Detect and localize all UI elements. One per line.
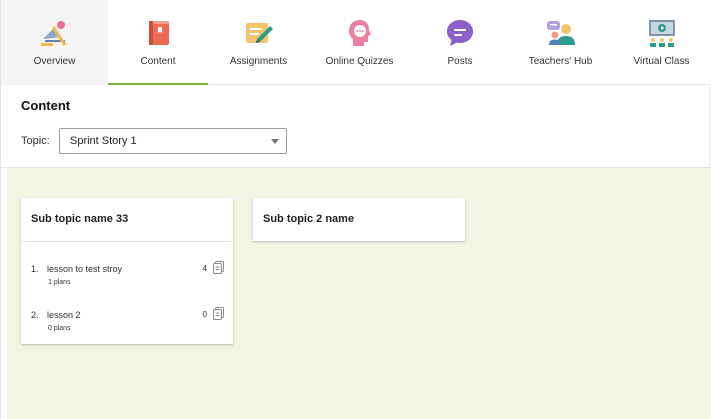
page-title: Content — [21, 98, 71, 113]
card-divider — [21, 241, 233, 242]
lesson-name: lesson to test stroy — [47, 264, 123, 274]
lesson-name: lesson 2 — [47, 310, 81, 320]
tab-posts[interactable]: Posts — [410, 0, 510, 85]
lesson-index: 1. — [31, 264, 39, 274]
lesson-item[interactable]: 1. lesson to test stroy 1 plans 4 — [31, 261, 225, 294]
subtopics-area: Sub topic name 33 1. lesson to test stro… — [7, 168, 711, 419]
overview-icon — [40, 21, 66, 46]
quiz-head-icon — [348, 20, 371, 46]
document-icon[interactable] — [213, 307, 225, 320]
tab-label: Virtual Class — [633, 56, 690, 67]
tab-bar: Overview Content Assignments Online Quiz… — [1, 0, 711, 85]
topic-select[interactable]: Sprint Story 1 — [59, 128, 287, 154]
subtopic-card: Sub topic 2 name — [253, 198, 465, 241]
chat-bubble-icon — [447, 20, 473, 46]
lesson-count: 4 — [202, 264, 207, 273]
tab-label: Overview — [33, 56, 76, 67]
tab-assignments[interactable]: Assignments — [208, 0, 309, 85]
caret-down-icon — [271, 139, 279, 144]
tab-content[interactable]: Content — [108, 0, 208, 85]
topic-select-value: Sprint Story 1 — [70, 135, 137, 147]
tab-label: Content — [140, 56, 176, 67]
book-icon — [149, 21, 169, 45]
tab-virtual-class[interactable]: Virtual Class — [611, 0, 711, 85]
virtual-class-icon — [648, 20, 675, 47]
lesson-plans: 1 plans — [48, 279, 71, 286]
app-frame: Overview Content Assignments Online Quiz… — [0, 0, 711, 419]
lesson-item[interactable]: 2. lesson 2 0 plans 0 — [31, 307, 225, 340]
active-tab-indicator — [108, 83, 208, 85]
tab-online-quizzes[interactable]: Online Quizzes — [309, 0, 410, 85]
tab-label: Assignments — [229, 56, 288, 67]
lesson-index: 2. — [31, 310, 39, 320]
subtopic-title[interactable]: Sub topic name 33 — [31, 213, 128, 225]
assignment-pen-icon — [245, 23, 273, 43]
teachers-group-icon — [546, 21, 575, 45]
tab-label: Posts — [447, 56, 473, 67]
topic-label: Topic: — [21, 135, 50, 147]
tab-teachers-hub[interactable]: Teachers' Hub — [510, 0, 611, 85]
tab-overview[interactable]: Overview — [1, 0, 108, 85]
subtopic-card: Sub topic name 33 1. lesson to test stro… — [21, 198, 233, 344]
lesson-plans: 0 plans — [48, 325, 71, 332]
subtopic-title[interactable]: Sub topic 2 name — [263, 213, 354, 225]
lesson-count: 0 — [202, 310, 207, 319]
tab-label: Teachers' Hub — [528, 56, 593, 67]
document-icon[interactable] — [213, 261, 225, 274]
tab-label: Online Quizzes — [325, 56, 394, 67]
